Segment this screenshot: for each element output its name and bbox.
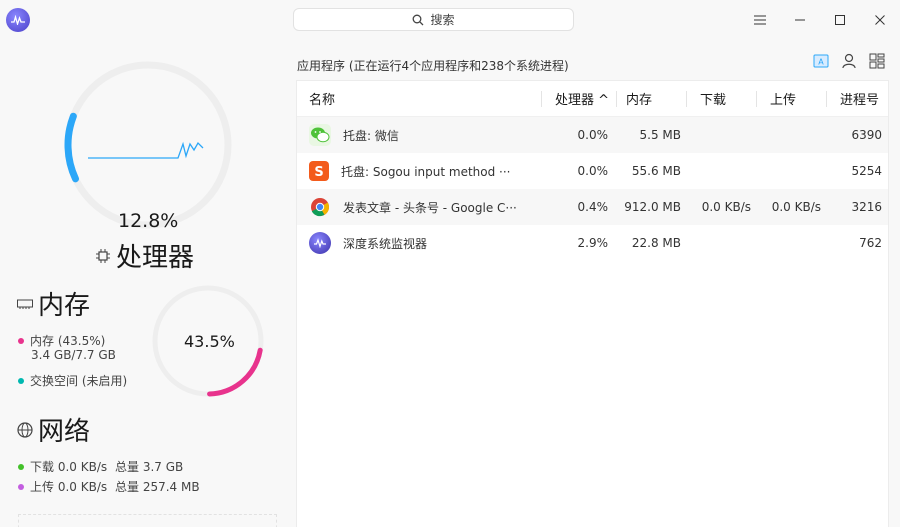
svg-text:S: S (314, 165, 323, 178)
swap-legend: 交换空间 (未启用) (18, 372, 127, 389)
process-cpu: 0.0% (577, 164, 609, 178)
process-tree-icon (869, 53, 885, 69)
network-title-label: 网络 (38, 417, 91, 447)
system-monitor-icon (309, 232, 331, 254)
search-input[interactable]: 搜索 (293, 8, 574, 31)
process-panel: 应用程序 (正在运行4个应用程序和238个系统进程) A 名称 处理器 ^ 内存… (296, 40, 900, 527)
resource-panel: 12.8% 处理器 内存 43.5% 内存 (43.5%) 3.4 GB/7.7… (0, 40, 290, 527)
process-cpu: 0.0% (577, 128, 609, 142)
network-title: 网络 (16, 411, 90, 448)
process-upload: 0.0 KB/s (771, 200, 821, 214)
memory-legend-label: 内存 (43.5%) (30, 334, 106, 348)
process-memory: 22.8 MB (631, 236, 681, 250)
download-dot (18, 463, 24, 470)
process-name-cell: 深度系统监视器 (297, 232, 541, 254)
cpu-history-line (88, 141, 204, 159)
table-row[interactable]: 发表文章 - 头条号 - Google C··· 0.4% 912.0 MB 0… (297, 189, 888, 225)
menu-button[interactable] (748, 8, 772, 32)
process-cpu: 0.4% (577, 200, 609, 214)
process-cpu: 2.9% (577, 236, 609, 250)
upload-legend: 上传 0.0 KB/s (18, 478, 107, 495)
cpu-title: 处理器 (94, 237, 194, 274)
memory-detail: 3.4 GB/7.7 GB (31, 348, 116, 362)
apps-summary: 应用程序 (正在运行4个应用程序和238个系统进程) (297, 59, 569, 73)
swap-legend-label: 交换空间 (未启用) (30, 374, 128, 388)
network-chart-area (18, 514, 277, 527)
upload-total: 总量 257.4 MB (115, 480, 200, 494)
process-name: 托盘: Sogou input method ··· (341, 164, 511, 179)
column-upload[interactable]: 上传 (756, 81, 826, 117)
close-button[interactable] (868, 8, 892, 32)
download-label: 下载 0.0 KB/s (30, 460, 108, 474)
close-icon (875, 15, 885, 25)
process-memory: 5.5 MB (639, 128, 681, 142)
minimize-button[interactable] (788, 8, 812, 32)
process-name-cell: S 托盘: Sogou input method ··· (297, 161, 541, 181)
process-name: 托盘: 微信 (343, 128, 399, 143)
column-memory[interactable]: 内存 (616, 81, 686, 117)
search-icon (413, 14, 424, 25)
process-pid: 762 (859, 236, 882, 250)
cpu-title-label: 处理器 (116, 243, 195, 273)
menu-icon (754, 15, 766, 25)
process-memory: 55.6 MB (631, 164, 681, 178)
memory-usage-arc (207, 347, 263, 397)
view-switcher: A (812, 52, 886, 70)
process-name-cell: 发表文章 - 头条号 - Google C··· (297, 196, 541, 218)
swap-dot (18, 377, 24, 384)
column-download[interactable]: 下载 (686, 81, 756, 117)
svg-text:A: A (818, 58, 824, 67)
upload-label: 上传 0.0 KB/s (30, 480, 108, 494)
upload-dot (18, 483, 24, 490)
chrome-icon (309, 196, 331, 218)
download-legend: 下载 0.0 KB/s (18, 458, 107, 475)
process-view-button[interactable] (868, 52, 886, 70)
maximize-button[interactable] (828, 8, 852, 32)
memory-title: 内存 (16, 285, 90, 322)
search-placeholder: 搜索 (430, 13, 455, 27)
wechat-icon (309, 124, 331, 146)
column-cpu[interactable]: 处理器 ^ (541, 81, 616, 117)
process-table: 名称 处理器 ^ 内存 下载 上传 进程号 托盘: 微信 0.0% 5.5 MB… (296, 80, 889, 527)
process-download: 0.0 KB/s (701, 200, 751, 214)
cpu-chip-icon (94, 248, 112, 263)
process-pid: 3216 (851, 200, 882, 214)
memory-title-label: 内存 (38, 291, 91, 321)
column-name[interactable]: 名称 (297, 81, 541, 117)
app-view-button[interactable]: A (812, 52, 830, 70)
memory-icon (16, 299, 34, 309)
sogou-icon: S (309, 161, 329, 181)
table-row[interactable]: 托盘: 微信 0.0% 5.5 MB 6390 (297, 117, 888, 153)
memory-percent: 43.5% (184, 332, 235, 351)
cpu-percent: 12.8% (118, 210, 179, 232)
globe-icon (16, 421, 34, 438)
memory-legend: 内存 (43.5%) (18, 332, 105, 349)
user-view-button[interactable] (840, 52, 858, 70)
table-row[interactable]: S 托盘: Sogou input method ··· 0.0% 55.6 M… (297, 153, 888, 189)
process-pid: 5254 (851, 164, 882, 178)
cpu-usage-arc (64, 112, 79, 183)
title-bar: 搜索 (0, 0, 900, 40)
process-name-cell: 托盘: 微信 (297, 124, 541, 146)
process-memory: 912.0 MB (624, 200, 681, 214)
memory-dot (18, 337, 24, 344)
app-view-icon: A (813, 54, 829, 68)
minimize-icon (795, 19, 805, 21)
app-logo-icon (6, 8, 30, 32)
process-pid: 6390 (851, 128, 882, 142)
column-pid[interactable]: 进程号 (826, 81, 888, 117)
process-name: 发表文章 - 头条号 - Google C··· (343, 200, 517, 215)
table-header: 名称 处理器 ^ 内存 下载 上传 进程号 (297, 81, 888, 117)
download-total: 总量 3.7 GB (115, 460, 184, 474)
table-row[interactable]: 深度系统监视器 2.9% 22.8 MB 762 (297, 225, 888, 261)
process-name: 深度系统监视器 (343, 236, 428, 251)
user-icon (842, 53, 856, 69)
maximize-icon (835, 15, 845, 25)
